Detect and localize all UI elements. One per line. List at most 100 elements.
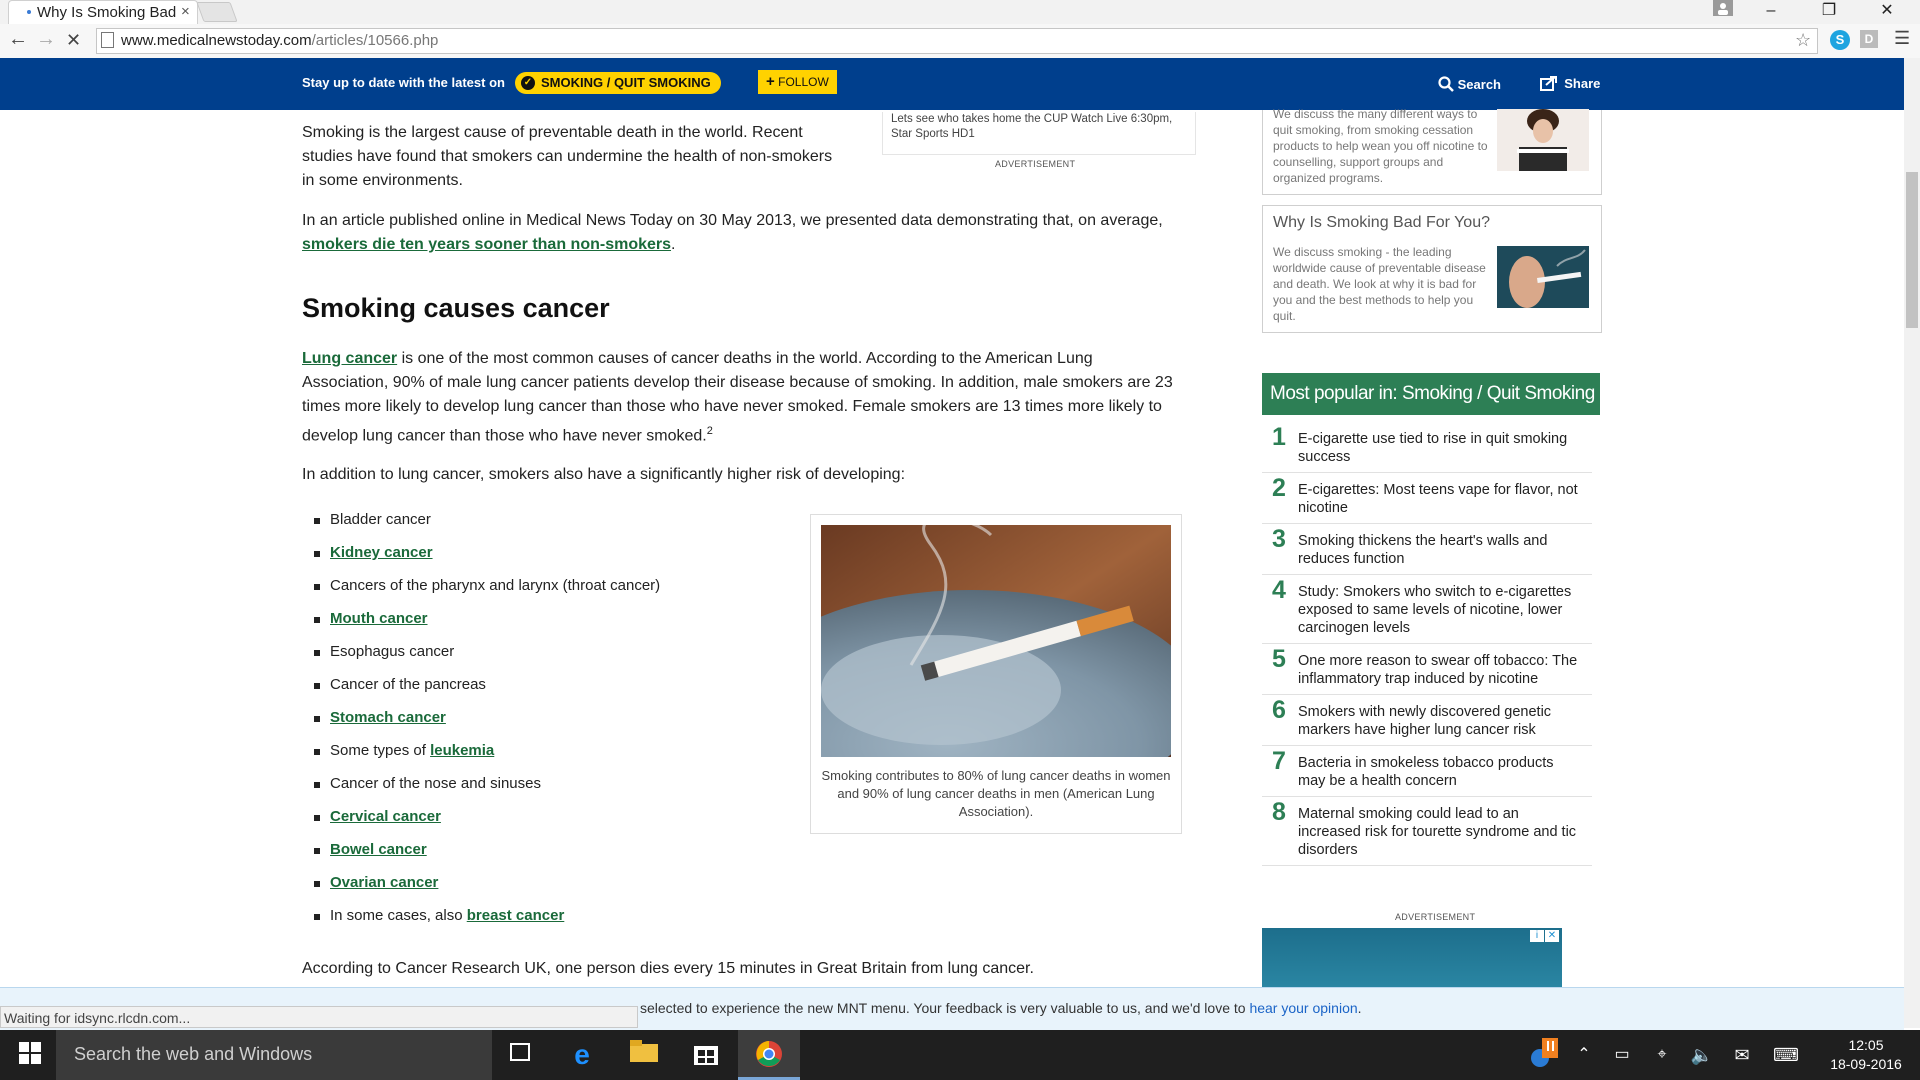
taskbar-search-placeholder: Search the web and Windows	[74, 1044, 313, 1064]
list-item-link[interactable]: leukemia	[430, 742, 494, 759]
edge-browser-icon[interactable]: e	[566, 1040, 598, 1070]
ad-choices-icon[interactable]: i	[1530, 930, 1544, 942]
browser-toolbar: ← → ✕ www.medicalnewstoday.com/articles/…	[0, 24, 1920, 59]
forward-arrow-icon[interactable]: →	[36, 28, 56, 51]
site-topbar: Stay up to date with the latest on ✓ SMO…	[0, 58, 1904, 110]
most-popular-list: 1 E-cigarette use tied to rise in quit sm…	[1262, 422, 1592, 866]
article-paragraph-3: Lung cancer is one of the most common ca…	[302, 347, 1182, 448]
loading-favicon-icon	[27, 10, 31, 14]
top-ad-box[interactable]: Lets see who takes home the CUP Watch Li…	[882, 112, 1196, 155]
list-item-link[interactable]: Stomach cancer	[330, 709, 446, 726]
chrome-menu-icon[interactable]: ☰	[1894, 28, 1910, 49]
list-item-text: Esophagus cancer	[330, 643, 455, 660]
feedback-link[interactable]: hear your opinion	[1249, 1000, 1357, 1016]
restore-button[interactable]: ❐	[1800, 0, 1858, 24]
start-button[interactable]	[14, 1042, 46, 1072]
citation-2[interactable]: 2	[707, 425, 713, 437]
list-item-text: Bladder cancer	[330, 511, 431, 528]
list-item: Cancers of the pharynx and larynx (throa…	[302, 573, 660, 606]
keyboard-icon[interactable]: ⌨	[1770, 1040, 1802, 1070]
list-item-link[interactable]: Bowel cancer	[330, 841, 427, 858]
wifi-icon[interactable]: ⌖	[1646, 1040, 1678, 1070]
popular-item[interactable]: 5 One more reason to swear off tobacco: T…	[1262, 644, 1592, 695]
popular-item[interactable]: 3 Smoking thickens the heart's walls and …	[1262, 524, 1592, 575]
lung-cancer-link[interactable]: Lung cancer	[302, 350, 397, 367]
sidebar-ad-banner[interactable]: i ✕	[1262, 928, 1562, 988]
address-bar[interactable]: www.medicalnewstoday.com/articles/10566.…	[96, 28, 1818, 54]
related-card-why-smoking-bad[interactable]: Why Is Smoking Bad For You? We discuss s…	[1262, 205, 1602, 333]
volume-icon[interactable]: 🔈	[1686, 1040, 1718, 1070]
list-item-link[interactable]: Cervical cancer	[330, 808, 441, 825]
stay-updated-text: Stay up to date with the latest on	[302, 75, 505, 90]
stop-loading-icon[interactable]: ✕	[66, 30, 81, 51]
p2-text: In an article published online in Medica…	[302, 212, 1163, 229]
list-item: In some cases, also breast cancer	[302, 903, 660, 936]
follow-label: FOLLOW	[778, 75, 829, 89]
most-popular-header: Most popular in: Smoking / Quit Smoking	[1262, 373, 1600, 415]
topic-badge[interactable]: ✓ SMOKING / QUIT SMOKING	[515, 72, 721, 94]
popular-title: Study: Smokers who switch to e-cigarette…	[1298, 584, 1572, 636]
tab-close-icon[interactable]: ×	[181, 3, 190, 20]
action-center-icon[interactable]: ✉	[1726, 1040, 1758, 1070]
skype-extension-icon[interactable]: S	[1830, 30, 1850, 50]
plus-icon: +	[766, 73, 775, 90]
battery-icon[interactable]: ▭	[1606, 1040, 1638, 1070]
list-item-link[interactable]: Mouth cancer	[330, 610, 428, 627]
follow-button[interactable]: + FOLLOW	[758, 70, 837, 94]
related-card-quit-smoking[interactable]: We discuss the many different ways to qu…	[1262, 107, 1602, 195]
sidebar-ad-label: ADVERTISEMENT	[1395, 912, 1476, 922]
chrome-icon	[756, 1041, 782, 1067]
windows-taskbar: Search the web and Windows e ⌃ ▭ ⌖ 🔈 ✉ ⌨…	[0, 1030, 1920, 1080]
smokers-die-sooner-link[interactable]: smokers die ten years sooner than non-sm…	[302, 236, 671, 253]
list-item-link[interactable]: Ovarian cancer	[330, 874, 438, 891]
popular-title: Smoking thickens the heart's walls and r…	[1298, 533, 1548, 567]
quit-smoking-thumbnail	[1497, 109, 1589, 171]
ad-close-icon[interactable]: ✕	[1545, 930, 1559, 942]
list-item: Ovarian cancer	[302, 870, 660, 903]
new-tab-button[interactable]	[196, 2, 238, 22]
list-item-link[interactable]: Kidney cancer	[330, 544, 433, 561]
clock-time: 12:05	[1848, 1037, 1884, 1053]
section-heading: Smoking causes cancer	[302, 293, 610, 323]
popular-item[interactable]: 1 E-cigarette use tied to rise in quit sm…	[1262, 422, 1592, 473]
list-item-text: Cancer of the nose and sinuses	[330, 775, 541, 792]
close-window-button[interactable]: ✕	[1858, 0, 1916, 24]
list-item: Cancer of the nose and sinuses	[302, 771, 660, 804]
popular-rank: 4	[1272, 576, 1286, 604]
popular-rank: 6	[1272, 696, 1286, 724]
share-icon	[1540, 76, 1557, 91]
popular-item[interactable]: 8 Maternal smoking could lead to an incre…	[1262, 797, 1592, 866]
last-paragraph: According to Cancer Research UK, one per…	[302, 960, 1034, 977]
list-item-text: Some types of	[330, 742, 431, 759]
chrome-taskbar-button[interactable]	[738, 1030, 800, 1080]
popular-item[interactable]: 7 Bacteria in smokeless tobacco products …	[1262, 746, 1592, 797]
taskbar-search-box[interactable]: Search the web and Windows	[56, 1030, 492, 1080]
disease-list: Bladder cancer Kidney cancer Cancers of th…	[302, 507, 660, 936]
top-ad-label: ADVERTISEMENT	[995, 159, 1076, 169]
intro-paragraph: Smoking is the largest cause of preventa…	[302, 124, 833, 189]
bookmark-star-icon[interactable]: ☆	[1795, 30, 1811, 51]
back-arrow-icon[interactable]: ←	[8, 28, 28, 51]
notification-message: selected to experience the new MNT menu.…	[640, 1000, 1362, 1016]
list-item: Bowel cancer	[302, 837, 660, 870]
popular-rank: 2	[1272, 474, 1286, 502]
list-item-link[interactable]: breast cancer	[467, 907, 565, 924]
show-hidden-icons-chevron-icon[interactable]: ⌃	[1568, 1040, 1600, 1070]
list-item: Esophagus cancer	[302, 639, 660, 672]
scrollbar-thumb[interactable]	[1906, 172, 1918, 328]
browser-tab[interactable]: Why Is Smoking Bad ×	[8, 0, 198, 25]
search-button[interactable]: Search	[1438, 76, 1501, 92]
popular-item[interactable]: 4 Study: Smokers who switch to e-cigarett…	[1262, 575, 1592, 644]
share-button[interactable]: Share	[1540, 76, 1600, 91]
store-icon[interactable]	[690, 1040, 722, 1070]
file-explorer-icon[interactable]	[628, 1040, 660, 1070]
list-item: Stomach cancer	[302, 705, 660, 738]
extension-d-icon[interactable]: D	[1860, 30, 1878, 48]
taskbar-clock[interactable]: 12:05 18-09-2016	[1822, 1036, 1910, 1074]
minimize-button[interactable]: –	[1742, 0, 1800, 24]
task-view-icon[interactable]	[504, 1040, 536, 1070]
notification-end: .	[1357, 1000, 1362, 1016]
notification-app-icon[interactable]	[1530, 1038, 1560, 1068]
popular-item[interactable]: 6 Smokers with newly discovered genetic m…	[1262, 695, 1592, 746]
popular-item[interactable]: 2 E-cigarettes: Most teens vape for flavo…	[1262, 473, 1592, 524]
